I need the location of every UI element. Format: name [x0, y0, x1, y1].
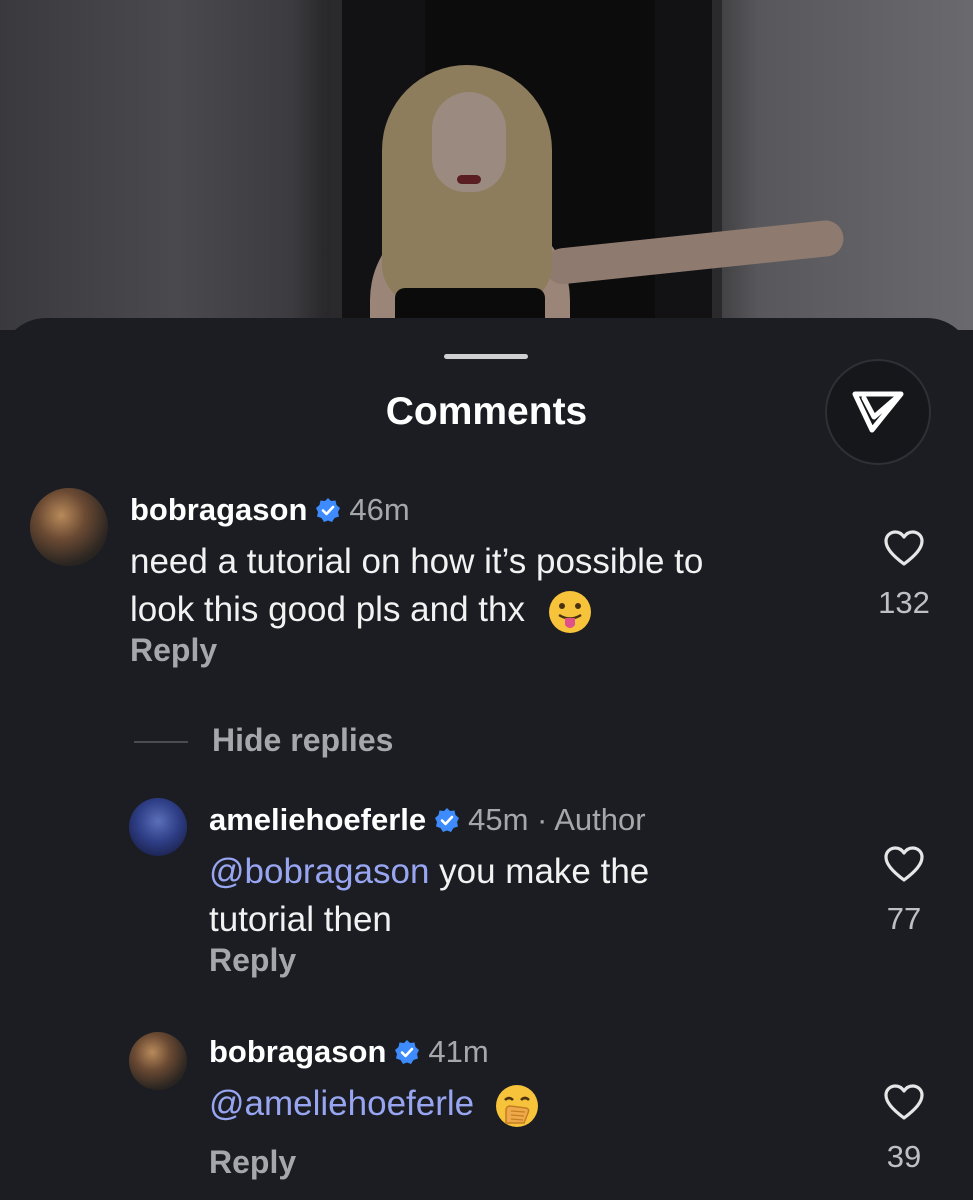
comments-sheet: Comments bobragason 46m need a tutorial … [0, 318, 973, 1200]
timestamp: 41m [428, 1034, 489, 1069]
reply-header: ameliehoeferle 45m · Author [209, 800, 646, 840]
reply-text-line: @ameliehoeferle [209, 1080, 829, 1129]
avatar[interactable] [129, 1032, 187, 1090]
comment-text: need a tutorial on how it’s possible to … [130, 538, 850, 635]
heart-icon[interactable] [884, 530, 924, 566]
send-paper-plane-icon [852, 391, 904, 433]
like-count: 132 [878, 585, 930, 620]
face-with-hand-over-mouth-icon [495, 1084, 538, 1127]
like-area: 132 [862, 530, 946, 621]
like-area: 39 [862, 1084, 946, 1175]
reply-text-line: @bobragason you make the [209, 848, 829, 896]
hide-replies-button[interactable]: Hide replies [212, 722, 393, 759]
heart-icon[interactable] [884, 1084, 924, 1120]
like-count: 77 [886, 901, 922, 936]
avatar[interactable] [30, 488, 108, 566]
verified-badge-icon [435, 808, 460, 832]
reply-text-line: tutorial then [209, 900, 392, 939]
verified-badge-icon [395, 1040, 420, 1064]
hide-replies-line [134, 741, 188, 743]
reply-text: @bobragason you make the tutorial then [209, 848, 829, 944]
reply-button[interactable]: Reply [209, 1144, 296, 1181]
like-area: 77 [862, 846, 946, 937]
comment-text-line: need a tutorial on how it’s possible to [130, 542, 704, 581]
post-photo [0, 0, 973, 330]
verified-badge-icon [316, 498, 341, 522]
comment-text-line: look this good pls and thx [130, 586, 850, 635]
drag-handle[interactable] [444, 354, 528, 359]
comment-text-line-2: look this good pls and thx [130, 590, 525, 629]
reply-text-part: you make the [429, 852, 650, 891]
send-button[interactable] [825, 359, 931, 465]
mention-link[interactable]: @ameliehoeferle [209, 1084, 474, 1123]
like-count: 39 [886, 1139, 922, 1174]
reply-button[interactable]: Reply [209, 942, 296, 979]
reply-text: @ameliehoeferle [209, 1080, 829, 1129]
reply-header: bobragason 41m [209, 1032, 489, 1072]
timestamp: 46m [349, 492, 410, 527]
username[interactable]: ameliehoeferle [209, 802, 426, 838]
comment-header: bobragason 46m [130, 490, 410, 530]
timestamp: 45m · Author [468, 802, 646, 837]
reply-button[interactable]: Reply [130, 632, 217, 669]
photo-lips [457, 175, 481, 184]
face-with-tongue-icon [548, 590, 591, 633]
username[interactable]: bobragason [130, 492, 307, 528]
heart-icon[interactable] [884, 846, 924, 882]
mention-link[interactable]: @bobragason [209, 852, 429, 891]
avatar[interactable] [129, 798, 187, 856]
username[interactable]: bobragason [209, 1034, 386, 1070]
